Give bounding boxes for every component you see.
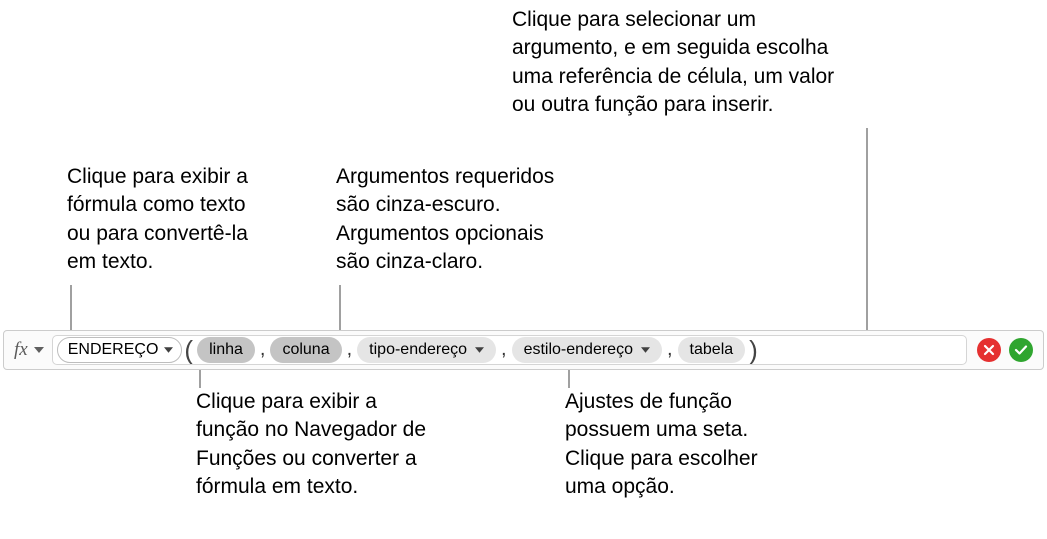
arg-linha[interactable]: linha	[197, 337, 255, 363]
chevron-down-icon	[475, 347, 484, 353]
callout-arg-colors: Argumentos requeridos são cinza-escuro. …	[336, 163, 616, 276]
formula-field[interactable]: ENDEREÇO ( linha , coluna , tipo-endereç…	[52, 335, 967, 365]
arg-label: linha	[209, 341, 243, 359]
separator: ,	[664, 338, 676, 364]
callout-select-argument: Clique para selecionar um argumento, e e…	[512, 6, 962, 119]
open-paren: (	[182, 335, 195, 365]
leader-line	[339, 285, 341, 335]
fx-icon: fx	[14, 339, 28, 361]
separator: ,	[257, 338, 269, 364]
leader-line	[866, 128, 868, 334]
separator: ,	[498, 338, 510, 364]
arg-label: estilo-endereço	[524, 341, 633, 359]
arg-coluna[interactable]: coluna	[270, 337, 341, 363]
close-paren: )	[747, 335, 760, 365]
function-name: ENDEREÇO	[68, 341, 159, 359]
callout-show-as-text: Clique para exibir a fórmula como texto …	[67, 163, 327, 276]
arg-estilo-endereco[interactable]: estilo-endereço	[512, 337, 662, 363]
function-token[interactable]: ENDEREÇO	[57, 337, 183, 363]
callout-function-browser: Clique para exibir a função no Navegador…	[196, 388, 476, 501]
check-icon	[1014, 344, 1028, 356]
leader-line	[70, 285, 72, 333]
formula-action-buttons	[973, 338, 1043, 362]
arg-tabela[interactable]: tabela	[678, 337, 746, 363]
arg-label: tipo-endereço	[369, 341, 467, 359]
arg-label: coluna	[282, 341, 329, 359]
chevron-down-icon	[34, 347, 44, 353]
chevron-down-icon	[164, 347, 173, 353]
chevron-down-icon	[641, 347, 650, 353]
arg-tipo-endereco[interactable]: tipo-endereço	[357, 337, 496, 363]
formula-editor-bar: fx ENDEREÇO ( linha , coluna , tipo-ende…	[3, 330, 1044, 370]
accept-button[interactable]	[1009, 338, 1033, 362]
cancel-button[interactable]	[977, 338, 1001, 362]
separator: ,	[344, 338, 356, 364]
callout-setting-arrow: Ajustes de função possuem uma seta. Cliq…	[565, 388, 825, 501]
close-icon	[983, 344, 995, 356]
fx-menu[interactable]: fx	[4, 331, 50, 369]
arg-label: tabela	[690, 341, 734, 359]
